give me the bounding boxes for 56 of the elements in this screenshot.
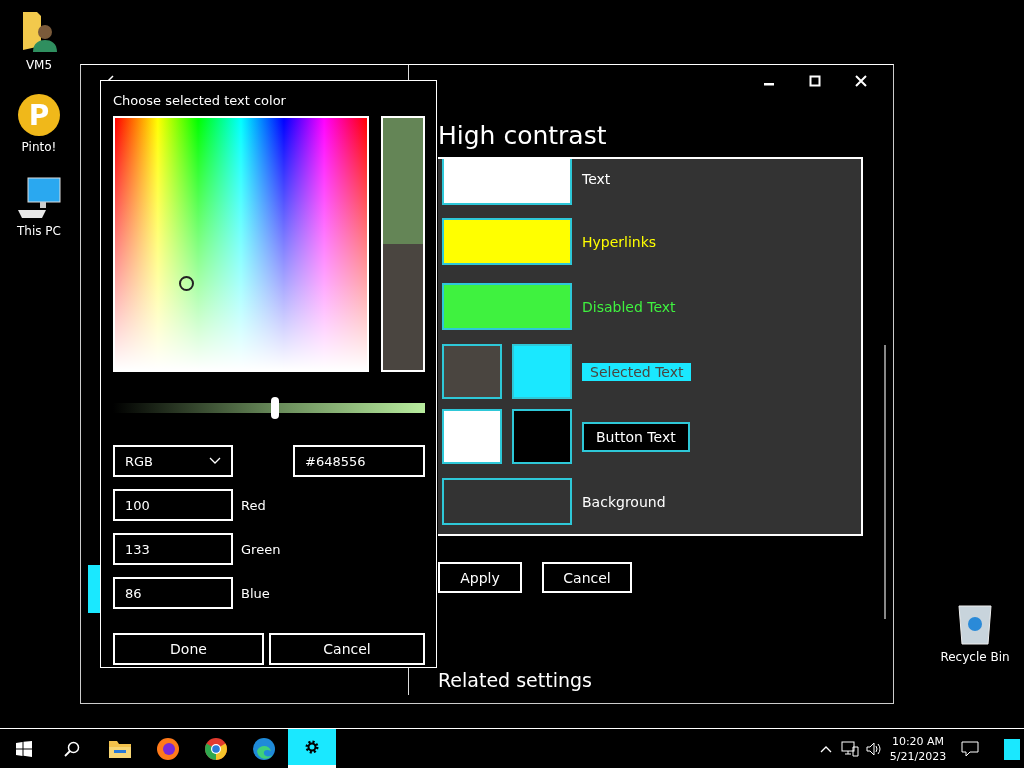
slider-thumb[interactable]	[271, 397, 280, 419]
dialog-title: Choose selected text color	[113, 93, 287, 108]
chevron-down-icon	[209, 457, 221, 465]
color-label: Button Text	[582, 421, 690, 452]
desktop-icon-label: This PC	[17, 224, 61, 238]
color-swatch[interactable]	[442, 283, 572, 330]
dialog-button[interactable]: Done	[113, 633, 264, 665]
color-swatch[interactable]	[442, 478, 572, 525]
dialog-button[interactable]: Apply	[438, 562, 522, 593]
channel-label: Blue	[241, 585, 270, 601]
chevron-up-icon	[820, 744, 832, 753]
color-swatch[interactable]	[442, 344, 502, 399]
color-label: Text	[582, 171, 611, 187]
color-label: Background	[582, 493, 666, 510]
folder-icon	[108, 738, 132, 759]
channel-label: Red	[241, 497, 266, 513]
channel-input-field[interactable]: 86	[113, 577, 233, 609]
color-spectrum[interactable]	[113, 116, 369, 372]
channel-label: Green	[241, 541, 281, 557]
color-swatch[interactable]	[512, 344, 572, 399]
taskbar-app-button[interactable]	[288, 729, 336, 768]
color-swatch[interactable]	[512, 409, 572, 464]
browser-circle-icon	[204, 736, 228, 761]
speaker-icon	[866, 740, 882, 757]
hex-input-field[interactable]: #648556	[293, 445, 425, 477]
color-label: Hyperlinks	[582, 233, 657, 250]
gear-icon	[304, 739, 320, 755]
color-label: Selected Text	[582, 362, 692, 381]
browser-wave-icon	[252, 736, 276, 761]
maximize-icon[interactable]	[809, 75, 821, 87]
color-label: Disabled Text	[582, 298, 676, 315]
color-marker-handle[interactable]	[179, 276, 194, 291]
speech-bubble-icon	[961, 740, 979, 757]
windows-logo-icon	[16, 740, 32, 757]
desktop-icon-label: Pinto!	[21, 140, 57, 154]
close-icon[interactable]	[855, 75, 867, 87]
page-title: High contrast	[438, 121, 608, 151]
desktop-icon-label: Recycle Bin	[940, 650, 1010, 664]
clock-button[interactable]: 10:20 AM 5/21/2023	[886, 729, 950, 768]
color-swatch[interactable]	[442, 159, 572, 205]
color-mode-dropdown[interactable]: RGB	[113, 445, 233, 477]
dialog-button[interactable]: Cancel	[269, 633, 425, 665]
desktop-icon-label: VM5	[25, 58, 53, 72]
channel-input-field[interactable]: 133	[113, 533, 233, 565]
channel-input-field[interactable]: 100	[113, 489, 233, 521]
color-swatch[interactable]	[442, 218, 572, 265]
browser-globe-icon	[156, 736, 180, 761]
dialog-button[interactable]: Cancel	[542, 562, 632, 593]
scrollbar[interactable]	[884, 345, 886, 619]
color-swatch[interactable]	[442, 409, 502, 464]
network-icon	[841, 740, 859, 757]
nav-selection-indicator	[88, 565, 100, 613]
recycle-bin-icon[interactable]	[955, 602, 995, 646]
section-heading: Related settings	[438, 669, 593, 691]
search-icon	[64, 740, 80, 757]
computer-icon[interactable]	[16, 176, 62, 220]
